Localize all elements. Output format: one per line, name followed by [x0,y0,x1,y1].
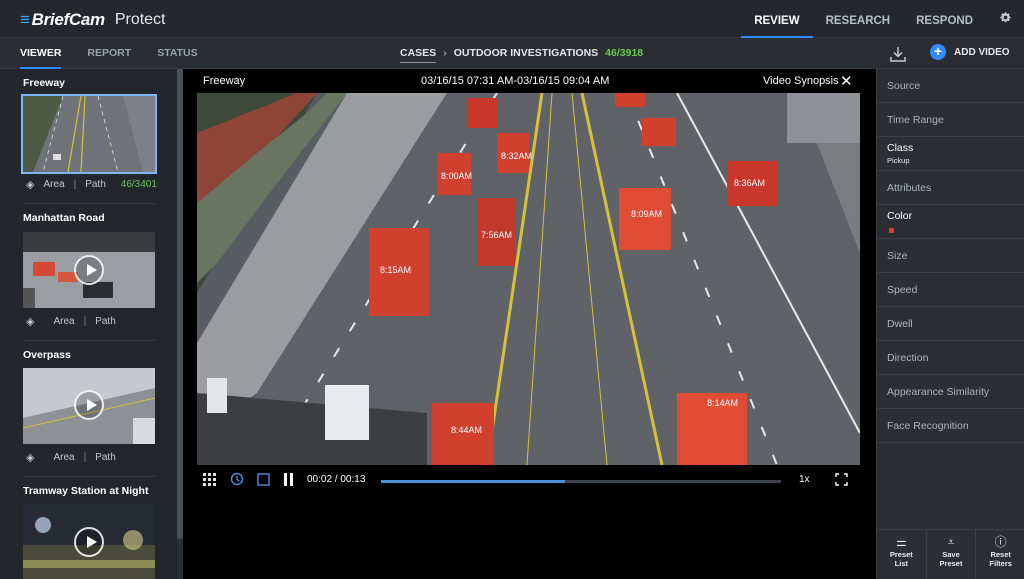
save-icon: ⩡ [947,535,955,549]
camera-meta: ◈ Area | Path [26,316,116,328]
viewer-time-range: 03/16/15 07:31 AM-03/16/15 09:04 AM [421,75,610,87]
camera-list: Freeway ◈ Area | Path 46/3401 Manhattan … [0,69,183,579]
add-video-button[interactable]: + ADD VIDEO [930,44,1010,60]
viewer-mode: Video Synopsis [763,75,839,87]
camera-thumbnail-overpass[interactable] [23,368,155,444]
timestamp-label: 7:56AM [481,230,512,240]
divider [23,340,155,341]
path-link[interactable]: Path [85,179,106,190]
playback-controls: 00:02 / 00:13 1x [183,467,876,497]
camera-count: 46/3401 [120,179,157,190]
logo: ≡ BriefCam Protect [20,10,166,29]
download-icon[interactable] [888,44,910,64]
pause-icon[interactable] [283,473,295,489]
close-icon[interactable]: ✕ [840,72,853,90]
path-link[interactable]: Path [95,316,116,327]
filter-face-recognition[interactable]: Face Recognition [877,409,1024,443]
filter-direction[interactable]: Direction [877,341,1024,375]
filter-source[interactable]: Source [877,69,1024,103]
play-icon[interactable] [74,390,104,420]
layers-icon: ◈ [26,316,35,328]
plus-icon: + [930,44,946,60]
layers-icon: ◈ [26,179,35,191]
history-icon[interactable] [230,472,244,489]
breadcrumb-current: OUTDOOR INVESTIGATIONS [453,47,599,59]
sliders-icon: ⚌ [895,535,907,549]
playback-speed[interactable]: 1x [799,474,810,485]
video-frame[interactable]: 8:36AM 8:09AM 7:56AM 8:15AM 8:44AM 8:14A… [197,93,860,465]
camera-title: Tramway Station at Night [23,485,149,497]
timestamp-label: 8:00AM [441,171,472,181]
area-link[interactable]: Area [53,452,74,463]
tab-respond[interactable]: RESPOND [903,0,986,38]
filter-dwell[interactable]: Dwell [877,307,1024,341]
divider [23,203,155,204]
camera-meta: ◈ Area | Path [26,452,116,464]
timestamp-label: 8:09AM [631,209,662,219]
filter-class[interactable]: Class Pickup [877,137,1024,171]
area-link[interactable]: Area [43,179,64,190]
filter-class-value: Pickup [887,156,910,165]
top-bar: ≡ BriefCam Protect REVIEW RESEARCH RESPON… [0,0,1024,38]
filter-size[interactable]: Size [877,239,1024,273]
timestamp-label: 8:32AM [501,151,532,161]
path-link[interactable]: Path [95,452,116,463]
sub-bar: VIEWER REPORT STATUS CASES › OUTDOOR INV… [0,38,1024,69]
preset-actions: ⚌ Preset List ⩡ Save Preset ⓘ Reset Filt… [877,529,1024,579]
play-icon[interactable] [74,527,104,557]
preset-list-button[interactable]: ⚌ Preset List [877,530,927,579]
breadcrumb-cases[interactable]: CASES [400,43,437,63]
grid-icon[interactable] [203,473,217,490]
app-name: Protect [114,11,166,28]
viewer-camera-name: Freeway [203,75,246,87]
filter-time-range[interactable]: Time Range [877,103,1024,137]
filter-appearance-similarity[interactable]: Appearance Similarity [877,375,1024,409]
camera-thumbnail-manhattan-road[interactable] [23,232,155,308]
camera-title: Freeway [23,77,66,89]
filter-color[interactable]: Color [877,205,1024,239]
camera-thumbnail-tramway[interactable] [23,505,155,579]
camera-thumbnail-freeway[interactable] [21,94,157,174]
filter-attributes[interactable]: Attributes [877,171,1024,205]
camera-title: Manhattan Road [23,212,105,224]
video-viewer: Freeway 03/16/15 07:31 AM-03/16/15 09:04… [183,69,876,579]
fullscreen-icon[interactable] [835,473,848,489]
gear-icon[interactable] [986,11,1024,27]
square-icon[interactable] [257,473,270,489]
area-link[interactable]: Area [53,316,74,327]
viewer-header: Freeway 03/16/15 07:31 AM-03/16/15 09:04… [183,69,876,93]
reset-filters-button[interactable]: ⓘ Reset Filters [976,530,1024,579]
layers-icon: ◈ [26,452,35,464]
app-window: ≡ BriefCam Protect REVIEW RESEARCH RESPON… [0,0,1024,579]
filter-speed[interactable]: Speed [877,273,1024,307]
alert-circle-icon: ⓘ [994,535,1007,549]
camera-meta: ◈ Area | Path 46/3401 [26,179,157,191]
play-icon[interactable] [74,255,104,285]
progress-bar[interactable] [381,480,781,483]
logo-text: BriefCam [31,10,105,29]
tab-review[interactable]: REVIEW [741,0,813,38]
divider [23,476,155,477]
tab-report[interactable]: REPORT [87,38,131,69]
progress-fill [381,480,565,483]
filter-panel: Source Time Range Class Pickup Attribute… [876,69,1024,579]
color-swatch [889,228,894,233]
timestamp-label: 8:14AM [707,398,738,408]
tab-research[interactable]: RESEARCH [813,0,904,38]
tab-status[interactable]: STATUS [157,38,197,69]
camera-title: Overpass [23,349,71,361]
sub-tabs: VIEWER REPORT STATUS [20,38,224,69]
tab-viewer[interactable]: VIEWER [20,38,62,69]
timestamp-label: 8:15AM [380,265,411,275]
add-video-label: ADD VIDEO [954,46,1010,58]
case-count: 46/3918 [605,47,644,59]
timestamp-label: 8:36AM [734,178,765,188]
breadcrumb: CASES › OUTDOOR INVESTIGATIONS 46/3918 [400,38,643,69]
playback-time: 00:02 / 00:13 [307,474,366,485]
save-preset-button[interactable]: ⩡ Save Preset [927,530,977,579]
breadcrumb-separator: › [443,47,447,59]
timestamp-label: 8:44AM [451,425,482,435]
top-nav: REVIEW RESEARCH RESPOND [741,0,1024,38]
